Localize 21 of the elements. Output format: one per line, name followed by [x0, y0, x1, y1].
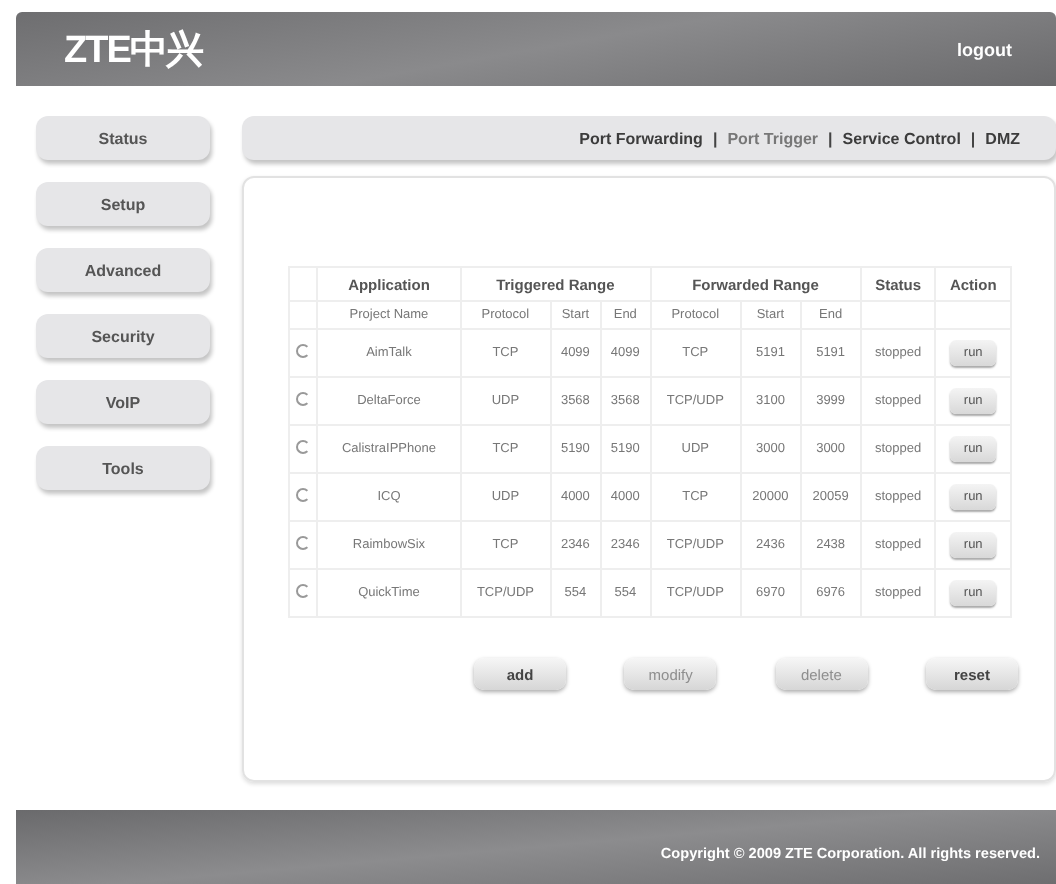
sidebar-item[interactable]: Status — [36, 116, 210, 160]
tab[interactable]: Port Forwarding — [579, 129, 703, 147]
tab-separator: | — [828, 129, 833, 147]
radio-button[interactable] — [296, 344, 311, 358]
tab[interactable]: Port Trigger — [727, 129, 819, 147]
radio-button[interactable] — [296, 584, 311, 598]
sidebar-item[interactable]: Setup — [36, 182, 210, 226]
sidebar-item[interactable]: Security — [36, 314, 210, 358]
tab[interactable]: DMZ — [985, 129, 1020, 147]
tab[interactable]: Service Control — [842, 129, 961, 147]
radio-button[interactable] — [296, 392, 311, 406]
tab-separator: | — [970, 129, 976, 147]
radio-button[interactable] — [296, 488, 311, 502]
tab-separator: | — [712, 129, 718, 147]
logo: ZTE中兴 — [64, 27, 202, 75]
sidebar-item[interactable]: Tools — [36, 446, 210, 490]
sidebar-item[interactable]: VoIP — [36, 380, 210, 424]
logout-link[interactable]: logout — [957, 39, 1012, 59]
radio-button[interactable] — [296, 440, 311, 454]
sidebar-item[interactable]: Advanced — [36, 248, 210, 292]
radio-button[interactable] — [296, 536, 311, 550]
